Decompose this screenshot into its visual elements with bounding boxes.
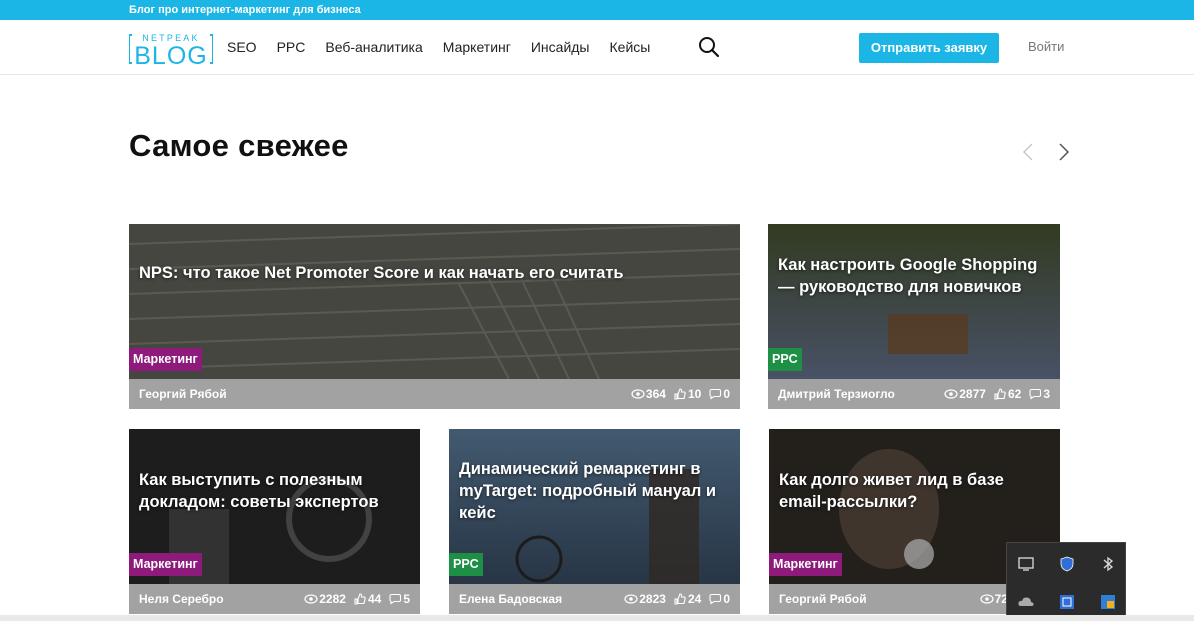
top-banner-text: Блог про интернет-маркетинг для бизнеса	[129, 4, 361, 16]
category-tag[interactable]: PPC	[768, 348, 802, 371]
article-meta: Дмитрий Терзиогло 2877 62 3	[768, 379, 1060, 409]
cloud-icon[interactable]	[1017, 593, 1035, 611]
system-tray-popup	[1006, 542, 1126, 621]
bluetooth-icon[interactable]	[1099, 555, 1117, 573]
chevron-right-icon[interactable]	[1056, 142, 1072, 162]
comment-icon	[1029, 388, 1042, 400]
article-stats: 364 10 0	[624, 387, 730, 401]
monitor-icon[interactable]	[1017, 555, 1035, 573]
article-stats: 2282 44 5	[297, 592, 410, 606]
author-name: Георгий Рябой	[779, 592, 867, 606]
category-tag[interactable]: PPC	[449, 553, 483, 576]
article-title[interactable]: Как долго живет лид в базе email-рассылк…	[779, 469, 1048, 513]
category-tag[interactable]: Маркетинг	[129, 553, 202, 576]
views-count: 2823	[639, 592, 666, 606]
author-name: Георгий Рябой	[139, 387, 227, 401]
nav-cases[interactable]: Кейсы	[610, 39, 651, 55]
article-card[interactable]: Как выступить с полезным докладом: совет…	[129, 429, 420, 614]
eye-icon	[944, 389, 958, 399]
article-stats: 2823 24 0	[617, 592, 730, 606]
article-card[interactable]: Динамический ремаркетинг в myTarget: под…	[449, 429, 740, 614]
comments-count: 0	[723, 387, 730, 401]
article-image	[768, 224, 1060, 379]
comments-count: 0	[723, 592, 730, 606]
views-count: 364	[645, 387, 666, 401]
article-meta: Неля Серебро 2282 44 5	[129, 584, 420, 614]
article-card[interactable]: Как настроить Google Shopping — руководс…	[768, 224, 1060, 409]
nav-insights[interactable]: Инсайды	[531, 39, 590, 55]
logo-main-text: BLOG	[134, 42, 207, 67]
site-header: NETPEAK BLOG SEO PPC Веб-аналитика Марке…	[0, 20, 1194, 75]
views-count: 2282	[319, 592, 346, 606]
search-icon[interactable]	[698, 36, 720, 58]
article-title[interactable]: Как настроить Google Shopping — руководс…	[778, 254, 1048, 298]
article-card[interactable]: NPS: что такое Net Promoter Score и как …	[129, 224, 740, 409]
eye-icon	[624, 594, 638, 604]
category-tag[interactable]: Маркетинг	[129, 348, 202, 371]
shield-icon[interactable]	[1058, 555, 1076, 573]
login-link[interactable]: Войти	[1028, 39, 1064, 54]
netpeak-blog-logo[interactable]: NETPEAK BLOG	[129, 31, 213, 67]
chevron-left-icon[interactable]	[1020, 142, 1036, 162]
page-bottom-strip	[0, 615, 1194, 621]
network-icon[interactable]	[1058, 593, 1076, 611]
nav-web-analytics[interactable]: Веб-аналитика	[325, 39, 422, 55]
comments-count: 3	[1043, 387, 1050, 401]
article-title[interactable]: Как выступить с полезным докладом: совет…	[139, 469, 408, 513]
eye-icon	[304, 594, 318, 604]
main-nav: SEO PPC Веб-аналитика Маркетинг Инсайды …	[227, 20, 670, 74]
article-stats: 2877 62 3	[937, 387, 1050, 401]
comment-icon	[709, 388, 722, 400]
likes-count: 24	[687, 592, 702, 606]
likes-count: 62	[1007, 387, 1022, 401]
lock-icon[interactable]	[1099, 593, 1117, 611]
like-icon	[674, 388, 686, 400]
section-title: Самое свежее	[129, 128, 349, 163]
author-name: Дмитрий Терзиогло	[778, 387, 895, 401]
author-name: Елена Бадовская	[459, 592, 563, 606]
comment-icon	[709, 593, 722, 605]
likes-count: 44	[367, 592, 382, 606]
article-meta: Георгий Рябой 364 10 0	[129, 379, 740, 409]
top-banner: Блог про интернет-маркетинг для бизнеса	[0, 0, 1194, 20]
nav-marketing[interactable]: Маркетинг	[443, 39, 511, 55]
eye-icon	[980, 594, 994, 604]
like-icon	[674, 593, 686, 605]
nav-ppc[interactable]: PPC	[277, 39, 306, 55]
views-count: 2877	[959, 387, 986, 401]
article-image	[129, 224, 740, 379]
comments-count: 5	[403, 592, 410, 606]
like-icon	[354, 593, 366, 605]
nav-seo[interactable]: SEO	[227, 39, 257, 55]
comment-icon	[389, 593, 402, 605]
author-name: Неля Серебро	[139, 592, 224, 606]
likes-count: 10	[687, 387, 702, 401]
send-request-button[interactable]: Отправить заявку	[859, 33, 999, 63]
like-icon	[994, 388, 1006, 400]
eye-icon	[631, 389, 645, 399]
article-meta: Елена Бадовская 2823 24 0	[449, 584, 740, 614]
article-title[interactable]: NPS: что такое Net Promoter Score и как …	[139, 262, 728, 284]
category-tag[interactable]: Маркетинг	[769, 553, 842, 576]
article-title[interactable]: Динамический ремаркетинг в myTarget: под…	[459, 458, 728, 524]
